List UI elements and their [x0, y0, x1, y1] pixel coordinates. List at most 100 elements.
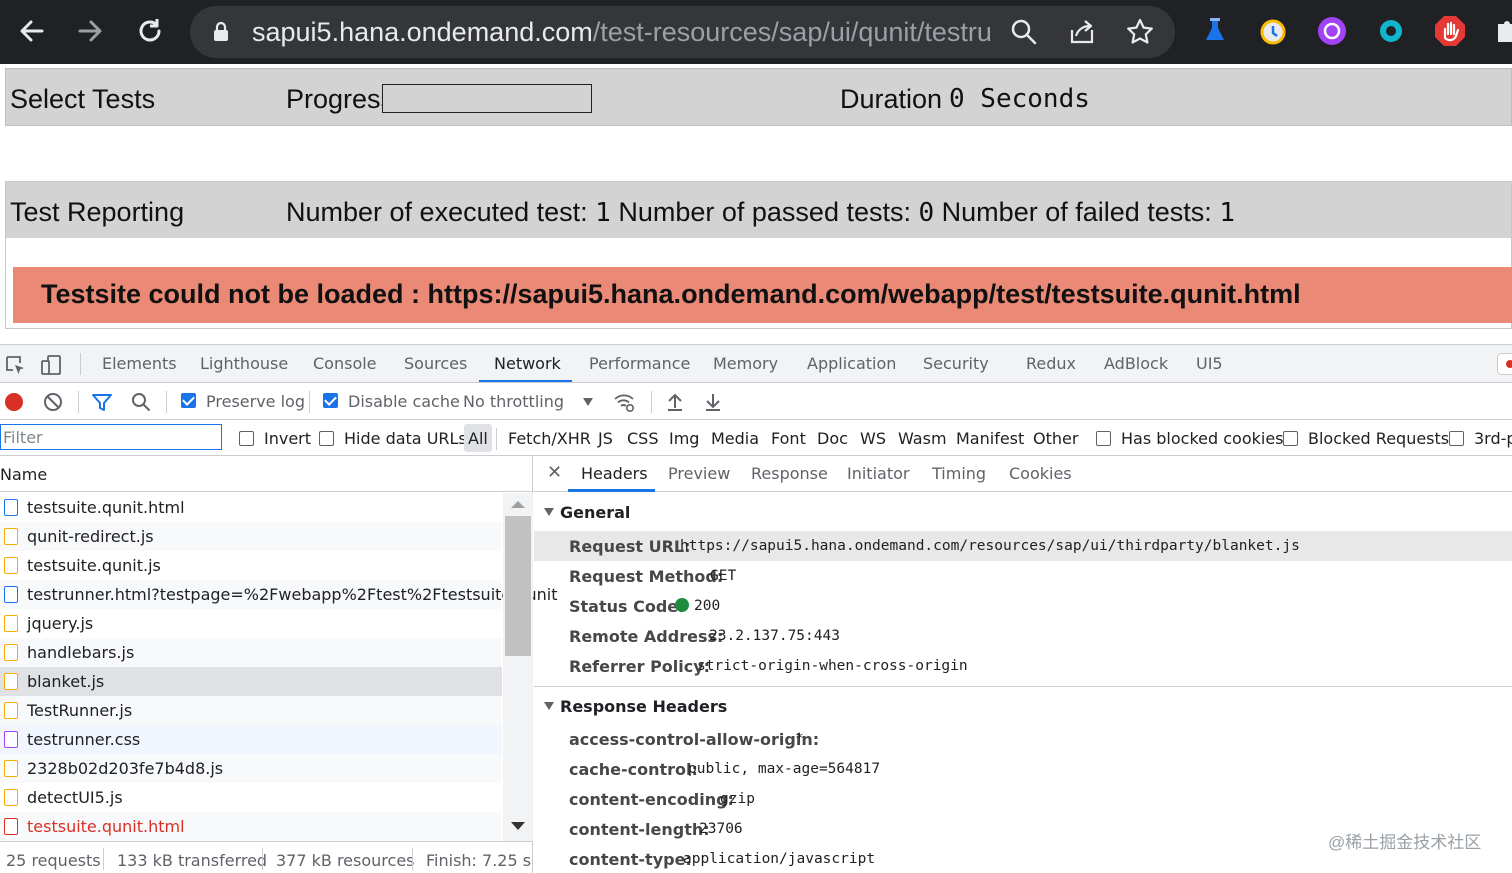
share-icon[interactable] [1066, 16, 1098, 48]
tab-timing[interactable]: Timing [932, 464, 986, 483]
filter-type-manifest[interactable]: Manifest [956, 429, 1024, 448]
response-headers-section-title[interactable]: Response Headers [544, 697, 727, 716]
tab-network[interactable]: Network [494, 354, 561, 373]
third-party-checkbox[interactable] [1449, 431, 1464, 446]
extension-eye-icon[interactable] [1374, 14, 1408, 48]
extension-alarm-icon[interactable] [1256, 14, 1290, 48]
adblock-icon[interactable] [1433, 14, 1467, 48]
request-name: detectUI5.js [27, 788, 123, 807]
tab-adblock[interactable]: AdBlock [1104, 354, 1168, 373]
filter-type-font[interactable]: Font [771, 429, 806, 448]
network-conditions-icon[interactable] [613, 391, 635, 413]
tab-redux[interactable]: Redux [1026, 354, 1076, 373]
tab-application[interactable]: Application [807, 354, 896, 373]
tab-cookies[interactable]: Cookies [1009, 464, 1072, 483]
scroll-up-icon[interactable] [511, 501, 525, 508]
filter-type-ws[interactable]: WS [860, 429, 886, 448]
back-button[interactable] [14, 13, 50, 49]
divider [412, 848, 413, 870]
hide-data-urls-checkbox[interactable] [319, 431, 334, 446]
filter-type-doc[interactable]: Doc [817, 429, 848, 448]
disable-cache-checkbox[interactable] [323, 393, 338, 408]
request-row[interactable]: testrunner.css [0, 725, 502, 754]
request-row[interactable]: jquery.js [0, 609, 502, 638]
tab-performance[interactable]: Performance [589, 354, 690, 373]
filter-type-media[interactable]: Media [711, 429, 759, 448]
filter-icon[interactable] [91, 391, 113, 413]
tab-lighthouse[interactable]: Lighthouse [200, 354, 288, 373]
extension-purple-icon[interactable] [1315, 14, 1349, 48]
invert-label: Invert [264, 429, 312, 448]
error-dot-icon [1506, 360, 1512, 368]
scroll-down-icon[interactable] [511, 822, 525, 830]
device-toggle-icon[interactable] [40, 354, 62, 376]
filter-input[interactable] [0, 424, 222, 450]
filter-type-img[interactable]: Img [669, 429, 699, 448]
header-value: https://sapui5.hana.ondemand.com/resourc… [680, 538, 1300, 554]
request-details: ✕ Headers Preview Response Initiator Tim… [534, 456, 1512, 873]
request-name: TestRunner.js [27, 701, 133, 720]
select-tests-label[interactable]: Select Tests [10, 84, 155, 115]
request-row[interactable]: 2328b02d203fe7b4d8.js [0, 754, 502, 783]
name-column-header[interactable]: Name [0, 456, 533, 492]
request-row[interactable]: testsuite.qunit.html [0, 493, 502, 522]
request-row[interactable]: testsuite.qunit.html [0, 812, 502, 841]
request-row[interactable]: blanket.js [0, 667, 502, 696]
test-controls-bar: Select Tests Progress Duration 0 Seconds [5, 68, 1512, 126]
request-row[interactable]: qunit-redirect.js [0, 522, 502, 551]
name-column-label: Name [0, 465, 48, 484]
inspect-element-icon[interactable] [4, 354, 26, 376]
extension-flask-icon[interactable] [1198, 14, 1232, 48]
header-key: content-encoding: [569, 790, 734, 809]
error-count-badge[interactable] [1497, 353, 1512, 375]
tab-response[interactable]: Response [751, 464, 828, 483]
request-row[interactable]: detectUI5.js [0, 783, 502, 812]
tab-initiator[interactable]: Initiator [847, 464, 909, 483]
header-row-referrer-policy: Referrer Policy: strict-origin-when-cros… [534, 651, 1512, 681]
preserve-log-checkbox[interactable] [181, 393, 196, 408]
filter-type-js[interactable]: JS [598, 429, 613, 448]
third-party-label: 3rd-p [1474, 429, 1512, 448]
star-icon[interactable] [1124, 16, 1156, 48]
filter-type-fetch-xhr[interactable]: Fetch/XHR [508, 429, 591, 448]
tab-console[interactable]: Console [313, 354, 377, 373]
scroll-thumb[interactable] [505, 516, 531, 656]
header-value: * [795, 731, 804, 747]
divider [262, 848, 263, 870]
search-icon[interactable] [130, 391, 152, 413]
request-list-scrollbar[interactable] [503, 493, 533, 841]
download-icon[interactable] [702, 391, 724, 413]
request-row[interactable]: testsuite.qunit.js [0, 551, 502, 580]
chevron-down-icon[interactable] [583, 398, 593, 406]
request-row[interactable]: TestRunner.js [0, 696, 502, 725]
forward-button[interactable] [72, 13, 108, 49]
tab-elements[interactable]: Elements [102, 354, 177, 373]
extensions-puzzle-icon[interactable] [1490, 14, 1512, 48]
throttling-select[interactable]: No throttling [463, 392, 564, 411]
blocked-requests-checkbox[interactable] [1283, 431, 1298, 446]
filter-type-css[interactable]: CSS [627, 429, 658, 448]
zoom-search-icon[interactable] [1008, 16, 1040, 48]
reload-button[interactable] [132, 13, 168, 49]
request-row[interactable]: testrunner.html?testpage=%2Fwebapp%2Ftes… [0, 580, 558, 609]
tab-security[interactable]: Security [923, 354, 989, 373]
tab-preview[interactable]: Preview [668, 464, 730, 483]
general-section-title[interactable]: General [544, 503, 630, 522]
tab-memory[interactable]: Memory [713, 354, 778, 373]
tab-ui5[interactable]: UI5 [1196, 354, 1223, 373]
has-blocked-cookies-checkbox[interactable] [1096, 431, 1111, 446]
filter-type-wasm[interactable]: Wasm [898, 429, 947, 448]
filter-type-other[interactable]: Other [1033, 429, 1078, 448]
header-row-request-url: Request URL: https://sapui5.hana.ondeman… [534, 531, 1512, 561]
address-bar[interactable]: sapui5.hana.ondemand.com/test-resources/… [190, 6, 1175, 58]
tab-headers[interactable]: Headers [581, 464, 648, 483]
clear-icon[interactable] [42, 391, 64, 413]
upload-icon[interactable] [664, 391, 686, 413]
divider [103, 848, 104, 870]
record-button[interactable] [5, 393, 23, 411]
filter-type-all[interactable]: All [468, 429, 488, 448]
tab-sources[interactable]: Sources [404, 354, 467, 373]
close-icon[interactable]: ✕ [547, 462, 562, 483]
request-row[interactable]: handlebars.js [0, 638, 502, 667]
invert-checkbox[interactable] [239, 431, 254, 446]
